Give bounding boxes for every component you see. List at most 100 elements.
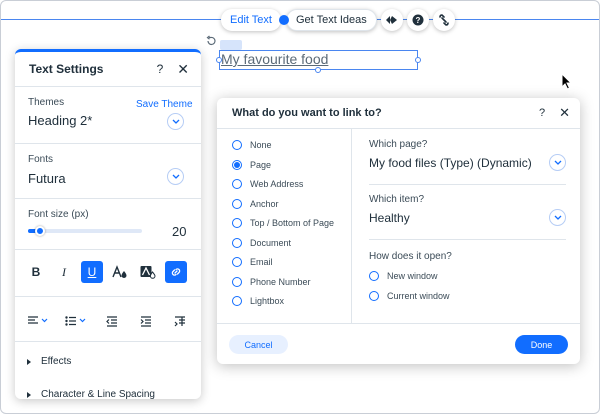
link-option-anchor[interactable]: Anchor [232,199,279,209]
themes-section: Themes Save Theme Heading 2* [15,87,201,144]
link-option-lightbox[interactable]: Lightbox [232,296,284,306]
paragraph-toolbar [15,310,201,332]
help-icon[interactable]: ? [157,62,164,76]
highlight-icon [140,266,156,279]
underline-button[interactable]: U [81,261,103,283]
radio-button[interactable] [232,296,242,306]
align-left-icon [28,316,48,324]
font-size-value[interactable]: 20 [172,224,186,239]
font-size-slider-handle[interactable] [35,226,45,236]
animation-button[interactable] [380,8,403,31]
radio-button[interactable] [232,257,242,267]
cancel-button[interactable]: Cancel [229,335,288,354]
radio-button[interactable] [232,140,242,150]
element-type-tag [220,40,242,50]
italic-button[interactable]: I [53,261,75,283]
link-icon [438,13,449,26]
bullet-list-dropdown[interactable] [63,310,89,332]
link-option-page[interactable]: Page [232,160,271,170]
help-icon[interactable]: ? [539,107,545,119]
help-icon: ? [412,14,424,25]
link-option-phone[interactable]: Phone Number [232,277,311,287]
save-theme-link[interactable]: Save Theme [136,99,193,110]
expand-triangle-icon [27,358,31,365]
link-button[interactable] [432,8,455,31]
text-format-toolbar: B I U [15,261,201,283]
link-button[interactable] [165,261,187,283]
link-dialog-title: What do you want to link to? [232,107,382,119]
expand-triangle-icon [27,391,31,398]
canvas-heading-text[interactable]: My favourite food [221,51,328,67]
increase-indent-button[interactable] [135,310,157,332]
text-direction-button[interactable] [169,310,191,332]
radio-button-selected[interactable] [232,160,242,170]
chevron-down-icon [172,119,179,124]
radio-button[interactable] [232,199,242,209]
link-settings: Which page? My food files (Type) (Dynami… [353,129,580,323]
spacing-section[interactable]: Character & Line Spacing [15,376,201,399]
spacing-expander[interactable]: Character & Line Spacing [15,389,201,399]
effects-expander[interactable]: Effects [15,356,201,367]
theme-dropdown-button[interactable] [167,113,184,130]
link-dialog-header: What do you want to link to? ? ✕ [217,98,580,129]
which-item-dropdown[interactable] [549,209,566,226]
radio-button[interactable] [232,277,242,287]
mouse-pointer-icon [561,73,573,90]
link-option-document[interactable]: Document [232,238,291,248]
link-dialog-footer: Cancel Done [217,323,580,364]
link-option-web-address[interactable]: Web Address [232,179,303,189]
font-dropdown-button[interactable] [167,168,184,185]
font-size-label: Font size (px) [28,209,89,220]
text-settings-header: Text Settings ? ✕ [15,52,201,87]
get-text-ideas-button[interactable]: Get Text Ideas [286,8,377,31]
open-behavior-field: How does it open? [369,251,566,262]
floating-toolbar: Edit Text Get Text Ideas ? [221,8,455,31]
which-item-value[interactable]: Healthy [369,211,566,225]
text-color-button[interactable] [109,261,131,283]
align-left-dropdown[interactable] [25,310,51,332]
edit-text-button[interactable]: Edit Text [221,8,281,31]
radio-button[interactable] [369,291,379,301]
done-button[interactable]: Done [515,335,568,354]
radio-button[interactable] [369,271,379,281]
effects-section[interactable]: Effects [15,342,201,376]
bold-button[interactable]: B [25,261,47,283]
which-page-value[interactable]: My food files (Type) (Dynamic) [369,156,566,170]
link-option-email[interactable]: Email [232,257,273,267]
close-icon[interactable]: ✕ [177,61,189,78]
which-page-field[interactable]: Which page? My food files (Type) (Dynami… [369,139,566,170]
decrease-indent-icon [106,315,117,327]
font-size-slider-track[interactable] [28,229,142,233]
theme-value[interactable]: Heading 2* [28,113,92,128]
link-option-none[interactable]: None [232,140,272,150]
resize-handle-bottom[interactable] [315,67,321,73]
decrease-indent-button[interactable] [101,310,123,332]
alignment-section [15,297,201,342]
which-item-field[interactable]: Which item? Healthy [369,194,566,225]
open-current-window-option[interactable]: Current window [369,291,450,301]
undo-icon[interactable] [205,35,217,47]
radio-button[interactable] [232,179,242,189]
toolbar-connector-dot [279,14,289,25]
close-icon[interactable]: ✕ [559,105,570,121]
link-dialog-body: None Page Web Address Anchor Top / Botto… [217,129,580,323]
link-option-top-bottom[interactable]: Top / Bottom of Page [232,218,334,228]
editor-canvas: Edit Text Get Text Ideas ? My favourite … [0,0,600,414]
radio-button[interactable] [232,238,242,248]
which-item-label: Which item? [369,194,425,205]
formatting-section: B I U [15,250,201,297]
link-type-list: None Page Web Address Anchor Top / Botto… [217,129,352,323]
open-new-window-option[interactable]: New window [369,271,438,281]
bullet-list-icon [65,316,86,326]
which-page-dropdown[interactable] [549,154,566,171]
font-value[interactable]: Futura [28,171,66,186]
fonts-section: Fonts Futura [15,144,201,199]
link-icon [171,268,181,276]
radio-button[interactable] [232,218,242,228]
spacing-label: Character & Line Spacing [41,389,155,399]
resize-handle-right[interactable] [415,57,421,63]
help-button[interactable]: ? [406,8,429,31]
svg-text:?: ? [415,16,420,25]
increase-indent-icon [140,315,151,327]
highlight-button[interactable] [137,261,159,283]
